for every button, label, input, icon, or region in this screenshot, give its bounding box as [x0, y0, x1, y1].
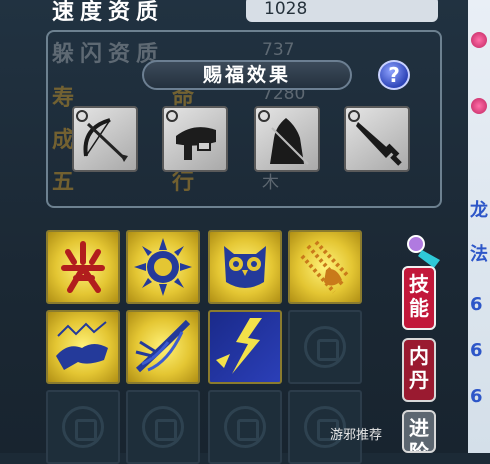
speed-label: 速度资质	[52, 0, 165, 25]
dodge-value: 737	[262, 40, 295, 60]
strip-char-2: 法	[470, 244, 488, 265]
element-label-a: 五	[52, 170, 75, 195]
skill-slot-7[interactable]	[208, 310, 282, 384]
empty-slot-ornament-icon	[224, 406, 266, 448]
claw-scratch-skill-icon	[300, 240, 350, 294]
tab-skills[interactable]: 技能	[402, 266, 436, 330]
sword-icon	[356, 122, 402, 166]
speed-value: 1028	[246, 0, 438, 22]
tab-inner-pill[interactable]: 内丹	[402, 338, 436, 402]
lightning-skill-icon	[216, 318, 262, 374]
help-button[interactable]: ?	[378, 60, 410, 90]
fire-glyph-skill-icon	[61, 241, 105, 293]
sun-skill-icon	[134, 238, 192, 296]
dragon-strike-skill-icon	[135, 319, 191, 373]
equip-slot-armor[interactable]	[254, 106, 320, 172]
bow-icon	[83, 118, 128, 162]
empty-slot-ornament-icon	[304, 326, 346, 368]
background-window-strip: 龙 法 6 6 6	[468, 0, 490, 453]
skill-slot-1[interactable]	[46, 230, 120, 304]
beast-skill-icon	[56, 321, 108, 370]
empty-slot-ornament-icon	[142, 406, 184, 448]
owl-skill-icon	[224, 246, 266, 288]
strip-char-5: 6	[470, 386, 483, 407]
skill-slot-5[interactable]	[46, 310, 120, 384]
armor-icon	[270, 118, 309, 165]
tab-advance[interactable]: 进阶	[402, 410, 436, 453]
skill-slot-4[interactable]	[288, 230, 362, 304]
empty-slot-ornament-icon	[62, 406, 104, 448]
skill-slot-6[interactable]	[126, 310, 200, 384]
blessing-popup-title: 赐福效果	[142, 60, 352, 90]
pink-marker-icon	[471, 32, 487, 48]
equip-slot-bow[interactable]	[72, 106, 138, 172]
pink-marker-icon	[471, 98, 487, 114]
strip-char-4: 6	[470, 340, 483, 361]
strip-char-1: 龙	[470, 200, 488, 221]
empty-skill-slot[interactable]	[288, 310, 362, 384]
watermark: 游邪推荐	[330, 428, 383, 443]
helmet-icon	[176, 127, 216, 160]
growth-label-a: 成	[52, 128, 75, 153]
skill-slot-3[interactable]	[208, 230, 282, 304]
equip-slot-helmet[interactable]	[162, 106, 228, 172]
equip-slot-sword[interactable]	[344, 106, 410, 172]
strip-char-3: 6	[470, 294, 483, 315]
pet-panel: 速度资质 1028 躲闪资质 737 寿 命 7280 成 长 五 行 木 赐福…	[0, 0, 468, 464]
life-label-a: 寿	[52, 86, 75, 111]
skill-slot-2[interactable]	[126, 230, 200, 304]
